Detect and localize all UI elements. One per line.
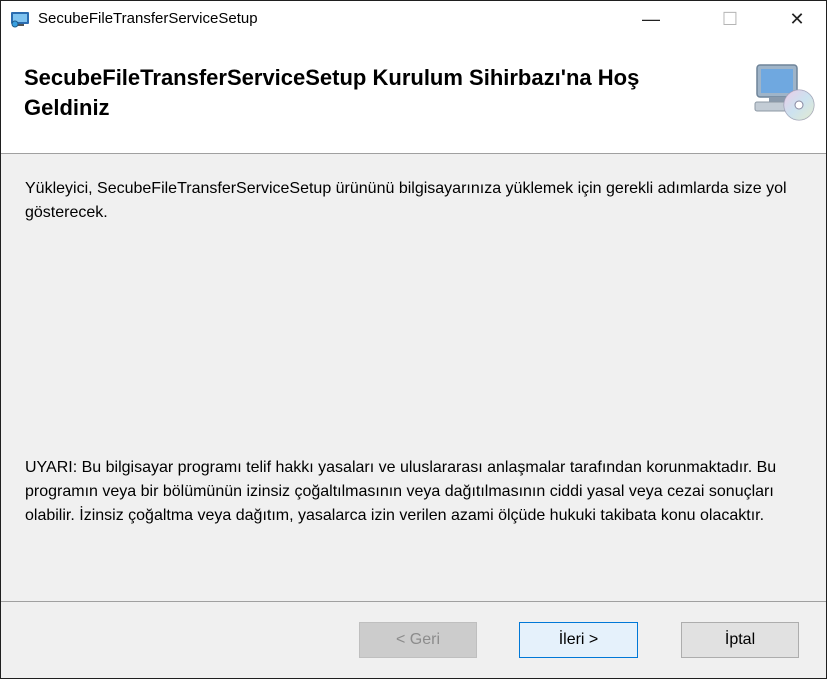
title-bar[interactable]: SecubeFileTransferServiceSetup — ☐ ✕ xyxy=(1,1,826,37)
wizard-title: SecubeFileTransferServiceSetup Kurulum S… xyxy=(24,65,640,120)
setup-window: SecubeFileTransferServiceSetup — ☐ ✕ Sec… xyxy=(0,0,827,679)
close-icon: ✕ xyxy=(789,8,805,29)
cancel-button[interactable]: İptal xyxy=(681,622,799,658)
computer-cd-icon xyxy=(754,64,815,121)
minimize-icon: — xyxy=(642,8,660,29)
next-button[interactable]: İleri > xyxy=(519,622,638,658)
header-banner: SecubeFileTransferServiceSetup Kurulum S… xyxy=(1,37,826,154)
window-title: SecubeFileTransferServiceSetup xyxy=(38,10,258,27)
minimize-button[interactable]: — xyxy=(622,1,680,37)
copyright-warning: UYARI: Bu bilgisayar programı telif hakk… xyxy=(25,459,777,524)
installer-app-icon xyxy=(11,12,29,28)
intro-text: Yükleyici, SecubeFileTransferServiceSetu… xyxy=(25,180,787,221)
close-button[interactable]: ✕ xyxy=(768,1,826,37)
footer-divider xyxy=(1,601,826,602)
wizard-body: Yükleyici, SecubeFileTransferServiceSetu… xyxy=(1,154,826,601)
maximize-icon: ☐ xyxy=(721,8,739,29)
back-button[interactable]: < Geri xyxy=(359,622,477,658)
maximize-button[interactable]: ☐ xyxy=(701,1,759,37)
